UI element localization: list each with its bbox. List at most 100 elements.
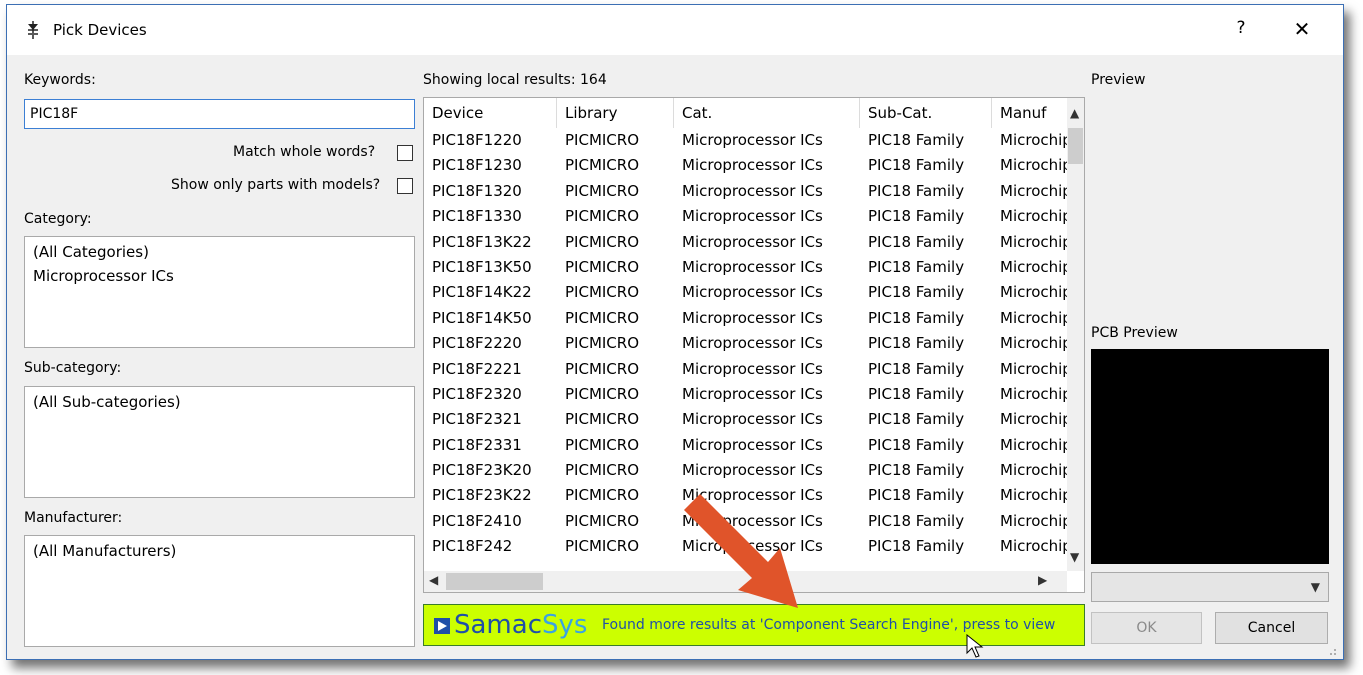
- column-header-library[interactable]: Library: [557, 98, 674, 128]
- table-cell: PIC18 Family: [868, 308, 965, 327]
- table-cell: PIC18F23K20: [432, 461, 532, 480]
- table-row[interactable]: PIC18F1330 PICMICRO Microprocessor ICs PIC1…: [424, 205, 1067, 230]
- vertical-scrollbar[interactable]: ▲ ▼: [1067, 98, 1084, 571]
- table-row[interactable]: PIC18F1320 PICMICRO Microprocessor ICs PIC1…: [424, 180, 1067, 205]
- column-header-category[interactable]: Cat.: [674, 98, 860, 128]
- table-cell: Microchip: [1000, 181, 1067, 200]
- scroll-left-icon[interactable]: ◀: [429, 573, 438, 587]
- table-cell: PIC18F2321: [432, 410, 522, 429]
- table-cell: PIC18 Family: [868, 283, 965, 302]
- table-cell: PIC18 Family: [868, 384, 965, 403]
- table-row[interactable]: PIC18F2320 PICMICRO Microprocessor ICs PIC1…: [424, 383, 1067, 408]
- table-cell: Microchip: [1000, 334, 1067, 353]
- manufacturer-list[interactable]: (All Manufacturers): [24, 535, 415, 647]
- component-icon: [28, 21, 38, 39]
- samacsys-logo: SamacSys: [454, 610, 588, 640]
- table-cell: Microchip: [1000, 461, 1067, 480]
- table-cell: Microprocessor ICs: [682, 181, 823, 200]
- table-cell: Microprocessor ICs: [682, 283, 823, 302]
- table-row[interactable]: PIC18F2221 PICMICRO Microprocessor ICs PIC1…: [424, 358, 1067, 383]
- table-cell: Microprocessor ICs: [682, 207, 823, 226]
- horizontal-scroll-thumb[interactable]: [446, 573, 543, 590]
- column-header-subcategory[interactable]: Sub-Cat.: [860, 98, 992, 128]
- table-cell: Microchip: [1000, 207, 1067, 226]
- table-cell: PIC18 Family: [868, 232, 965, 251]
- column-header-manufacturer[interactable]: Manuf: [992, 98, 1068, 128]
- match-whole-checkbox[interactable]: [397, 145, 413, 161]
- column-header-device[interactable]: Device: [424, 98, 557, 128]
- table-cell: PICMICRO: [565, 537, 640, 556]
- table-cell: Microprocessor ICs: [682, 334, 823, 353]
- match-whole-label: Match whole words?: [233, 144, 376, 160]
- table-row[interactable]: PIC18F2220 PICMICRO Microprocessor ICs PIC1…: [424, 332, 1067, 357]
- table-cell: PICMICRO: [565, 232, 640, 251]
- pcb-footprint-select[interactable]: ▼: [1091, 572, 1329, 602]
- table-row[interactable]: PIC18F2321 PICMICRO Microprocessor ICs PIC1…: [424, 408, 1067, 433]
- table-cell: PIC18F1320: [432, 181, 522, 200]
- table-cell: Microprocessor ICs: [682, 384, 823, 403]
- annotation-arrow-icon: [684, 494, 798, 608]
- table-cell: PICMICRO: [565, 511, 640, 530]
- table-cell: PIC18 Family: [868, 511, 965, 530]
- samacsys-logo-icon: [434, 618, 450, 634]
- list-item[interactable]: (All Sub-categories): [33, 393, 181, 411]
- table-cell: PIC18F2221: [432, 359, 522, 378]
- table-row[interactable]: PIC18F1220 PICMICRO Microprocessor ICs PIC1…: [424, 129, 1067, 154]
- table-cell: PICMICRO: [565, 283, 640, 302]
- keywords-input[interactable]: [24, 99, 415, 129]
- help-button[interactable]: ?: [1229, 18, 1253, 42]
- title-bar: Pick Devices ? ✕: [7, 5, 1343, 55]
- list-item[interactable]: (All Manufacturers): [33, 542, 176, 560]
- table-cell: Microprocessor ICs: [682, 435, 823, 454]
- table-cell: PIC18 Family: [868, 156, 965, 175]
- scroll-up-icon[interactable]: ▲: [1070, 106, 1079, 120]
- table-cell: PICMICRO: [565, 334, 640, 353]
- table-cell: PIC18F14K50: [432, 308, 532, 327]
- pcb-preview-pane: [1091, 349, 1329, 564]
- vertical-scroll-thumb[interactable]: [1068, 128, 1083, 164]
- table-row[interactable]: PIC18F13K50 PICMICRO Microprocessor ICs PIC…: [424, 256, 1067, 281]
- table-cell: PICMICRO: [565, 156, 640, 175]
- table-cell: PIC18F2220: [432, 334, 522, 353]
- table-cell: PICMICRO: [565, 359, 640, 378]
- table-cell: PIC18 Family: [868, 131, 965, 149]
- table-cell: PIC18F13K50: [432, 257, 532, 276]
- ok-button[interactable]: OK: [1091, 612, 1202, 644]
- table-cell: PIC18F2320: [432, 384, 522, 403]
- subcategory-label: Sub-category:: [24, 360, 122, 376]
- table-cell: PICMICRO: [565, 181, 640, 200]
- cancel-button[interactable]: Cancel: [1215, 612, 1328, 644]
- close-button[interactable]: ✕: [1289, 17, 1315, 43]
- table-cell: Microchip: [1000, 156, 1067, 175]
- subcategory-list[interactable]: (All Sub-categories): [24, 386, 415, 498]
- table-row[interactable]: PIC18F1230 PICMICRO Microprocessor ICs PIC1…: [424, 154, 1067, 179]
- list-item[interactable]: Microprocessor ICs: [33, 267, 174, 285]
- table-cell: PIC18F1220: [432, 131, 522, 149]
- show-models-checkbox[interactable]: [397, 178, 413, 194]
- table-cell: PICMICRO: [565, 410, 640, 429]
- table-cell: PIC18F23K22: [432, 486, 532, 505]
- list-item[interactable]: (All Categories): [33, 243, 149, 261]
- manufacturer-label: Manufacturer:: [24, 510, 123, 526]
- table-cell: PIC18F2331: [432, 435, 522, 454]
- table-cell: PIC18 Family: [868, 207, 965, 226]
- table-row[interactable]: PIC18F13K22 PICMICRO Microprocessor ICs PIC…: [424, 231, 1067, 256]
- table-row[interactable]: PIC18F23K20 PICMICRO Microprocessor ICs PIC…: [424, 459, 1067, 484]
- table-cell: PIC18 Family: [868, 257, 965, 276]
- pcb-preview-label: PCB Preview: [1091, 325, 1178, 341]
- table-cell: Microchip: [1000, 232, 1067, 251]
- resize-grip-icon[interactable]: [1325, 644, 1337, 656]
- table-cell: Microchip: [1000, 131, 1067, 149]
- mouse-pointer-icon: [966, 634, 984, 658]
- banner-text: Found more results at 'Component Search …: [602, 617, 1056, 633]
- table-row[interactable]: PIC18F2331 PICMICRO Microprocessor ICs PIC1…: [424, 434, 1067, 459]
- pick-devices-dialog: Pick Devices ? ✕ Keywords: Match whole w…: [6, 4, 1344, 660]
- table-cell: PIC18F242: [432, 537, 513, 556]
- scroll-right-icon[interactable]: ▶: [1038, 573, 1047, 587]
- scroll-down-icon[interactable]: ▼: [1070, 550, 1079, 564]
- keywords-label: Keywords:: [24, 72, 96, 88]
- table-row[interactable]: PIC18F14K50 PICMICRO Microprocessor ICs PIC…: [424, 307, 1067, 332]
- category-list[interactable]: (All Categories) Microprocessor ICs: [24, 236, 415, 348]
- table-cell: PIC18F1330: [432, 207, 522, 226]
- table-row[interactable]: PIC18F14K22 PICMICRO Microprocessor ICs PIC…: [424, 281, 1067, 306]
